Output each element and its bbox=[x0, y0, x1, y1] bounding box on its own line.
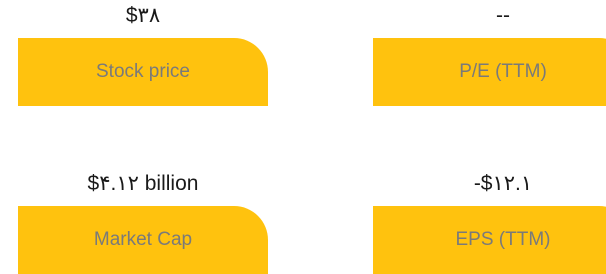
market-cap-label: Market Cap bbox=[18, 206, 268, 274]
pe-ttm-label: P/E (TTM) bbox=[373, 38, 606, 106]
market-cap-value: $۴.۱۲ billion bbox=[87, 172, 199, 195]
stock-price-label: Stock price bbox=[18, 38, 268, 106]
stock-price-value: $۳۸ bbox=[125, 4, 161, 27]
eps-ttm-label: EPS (TTM) bbox=[373, 206, 606, 274]
pe-ttm-value: -- bbox=[496, 4, 510, 27]
eps-ttm-value: -$۱۲.۱ bbox=[473, 172, 533, 195]
